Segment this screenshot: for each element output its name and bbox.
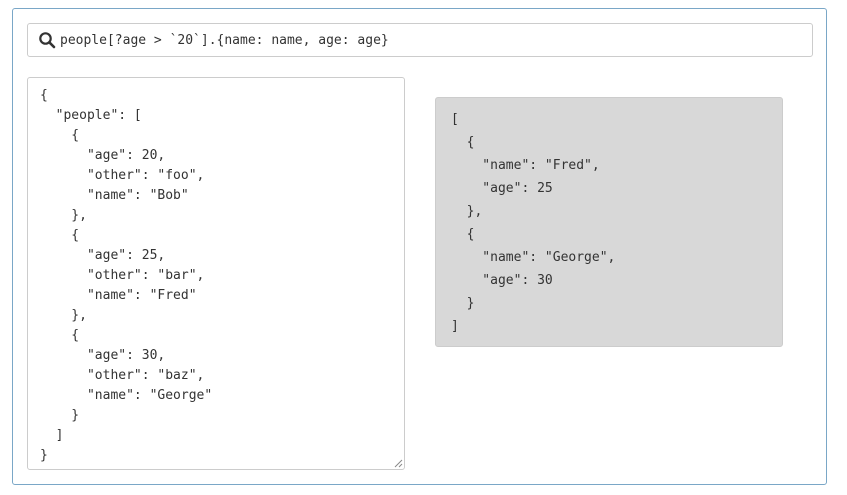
search-icon (39, 32, 56, 49)
query-bar[interactable] (27, 23, 813, 57)
json-output-panel: [ { "name": "Fred", "age": 25 }, { "name… (435, 97, 783, 347)
query-input[interactable] (60, 25, 812, 55)
json-input-editor[interactable] (27, 77, 405, 470)
